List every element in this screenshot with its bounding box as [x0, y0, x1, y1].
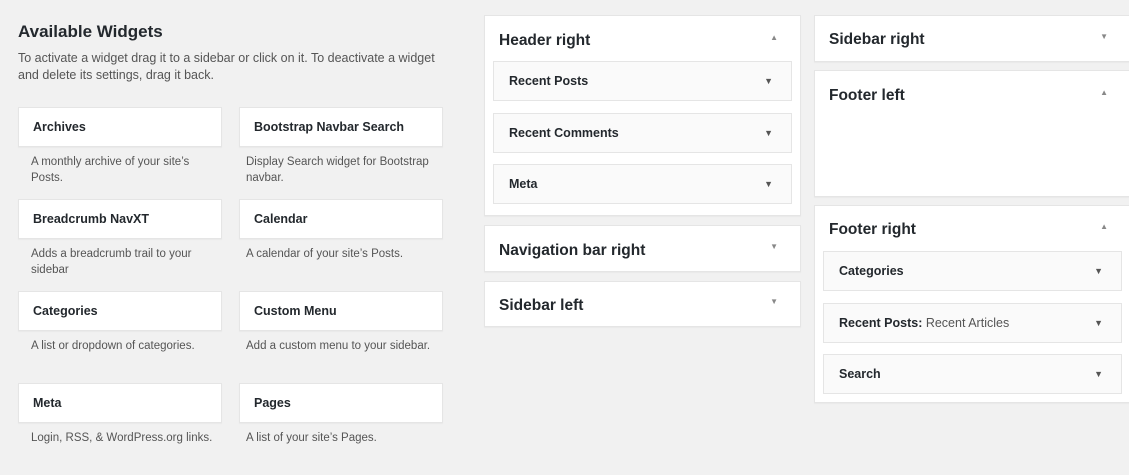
widget-description: A monthly archive of your site’s Posts.	[31, 156, 190, 184]
available-widgets-grid: Archives Bootstrap Navbar Search A month…	[18, 107, 443, 475]
available-widgets-section: Available Widgets To activate a widget d…	[18, 20, 443, 444]
available-widgets-title: Available Widgets	[18, 22, 163, 41]
widget-meta[interactable]: Meta	[18, 383, 222, 423]
widget-row: Categories Custom Menu A list or dropdow…	[18, 291, 443, 383]
sidebar-title: Header right	[499, 32, 591, 49]
sidebar-title: Footer right	[829, 221, 916, 238]
widget-description: A list of your site’s Pages.	[246, 432, 377, 444]
sidebar-footer-left[interactable]: Footer left ▲	[814, 70, 1129, 197]
widget-name: Categories	[839, 264, 904, 278]
sidebar-widget-title: Categories	[839, 252, 904, 290]
widget-description: A list or dropdown of categories.	[31, 340, 195, 352]
widget-description: Display Search widget for Bootstrap navb…	[246, 156, 429, 184]
sidebar-title: Navigation bar right	[499, 242, 646, 259]
sidebar-navigation-bar-right[interactable]: Navigation bar right ▼	[484, 225, 801, 272]
widget-row: Meta Pages Login, RSS, & WordPress.org l…	[18, 383, 443, 475]
sidebar-sidebar-left[interactable]: Sidebar left ▼	[484, 281, 801, 327]
expand-arrow-icon[interactable]: ▼	[770, 242, 778, 252]
collapse-arrow-icon[interactable]: ▲	[770, 33, 778, 43]
sidebar-widget-title: Meta	[509, 177, 538, 191]
sidebar-widget-title: Recent Comments	[509, 126, 619, 140]
widget-row: Archives Bootstrap Navbar Search A month…	[18, 107, 443, 199]
sidebar-footer-right[interactable]: Footer right ▲ Categories ▼ Recent Posts…	[814, 205, 1129, 403]
sidebar-title: Sidebar left	[499, 297, 584, 314]
widget-pages[interactable]: Pages	[239, 383, 443, 423]
widget-name: Search	[839, 367, 881, 381]
widget-categories[interactable]: Categories	[18, 291, 222, 331]
sidebar-title: Footer left	[829, 87, 905, 104]
widget-description: Adds a breadcrumb trail to your sidebar	[31, 248, 192, 276]
widget-name: Recent Posts:	[839, 316, 923, 330]
chevron-down-icon[interactable]: ▼	[764, 114, 773, 152]
sidebar-widget-search[interactable]: Search ▼	[823, 354, 1122, 394]
sidebar-sidebar-right[interactable]: Sidebar right ▼	[814, 15, 1129, 62]
widget-custom-menu[interactable]: Custom Menu	[239, 291, 443, 331]
widget-breadcrumb-navxt[interactable]: Breadcrumb NavXT	[18, 199, 222, 239]
sidebar-title: Sidebar right	[829, 31, 925, 48]
sidebar-widget-recent-comments[interactable]: Recent Comments ▼	[493, 113, 792, 153]
chevron-down-icon[interactable]: ▼	[764, 165, 773, 203]
sidebar-widget-title: Recent Posts: Recent Articles	[839, 304, 1009, 342]
sidebar-widget-title: Search	[839, 355, 881, 393]
collapse-arrow-icon[interactable]: ▲	[1100, 88, 1108, 98]
chevron-down-icon[interactable]: ▼	[764, 62, 773, 100]
chevron-down-icon[interactable]: ▼	[1094, 355, 1103, 393]
collapse-arrow-icon[interactable]: ▲	[1100, 222, 1108, 232]
expand-arrow-icon[interactable]: ▼	[1100, 32, 1108, 42]
widget-subtitle: Recent Articles	[922, 316, 1010, 330]
sidebar-widget-recent-posts[interactable]: Recent Posts ▼	[493, 61, 792, 101]
expand-arrow-icon[interactable]: ▼	[770, 297, 778, 307]
widget-row: Breadcrumb NavXT Calendar Adds a breadcr…	[18, 199, 443, 291]
widget-description: A calendar of your site’s Posts.	[246, 248, 404, 260]
chevron-down-icon[interactable]: ▼	[1094, 304, 1103, 342]
widget-archives[interactable]: Archives	[18, 107, 222, 147]
chevron-down-icon[interactable]: ▼	[1094, 252, 1103, 290]
sidebar-widget-title: Recent Posts	[509, 74, 589, 88]
sidebar-widget-recent-posts[interactable]: Recent Posts: Recent Articles ▼	[823, 303, 1122, 343]
sidebar-widget-categories[interactable]: Categories ▼	[823, 251, 1122, 291]
widget-bootstrap-navbar-search[interactable]: Bootstrap Navbar Search	[239, 107, 443, 147]
sidebar-widget-meta[interactable]: Meta ▼	[493, 164, 792, 204]
widget-description: Add a custom menu to your sidebar.	[246, 340, 431, 352]
widget-calendar[interactable]: Calendar	[239, 199, 443, 239]
widget-description: Login, RSS, & WordPress.org links.	[31, 432, 213, 444]
sidebar-header-right[interactable]: Header right ▲ Recent Posts ▼ Recent Com…	[484, 15, 801, 216]
available-widgets-description: To activate a widget drag it to a sideba…	[18, 51, 435, 82]
